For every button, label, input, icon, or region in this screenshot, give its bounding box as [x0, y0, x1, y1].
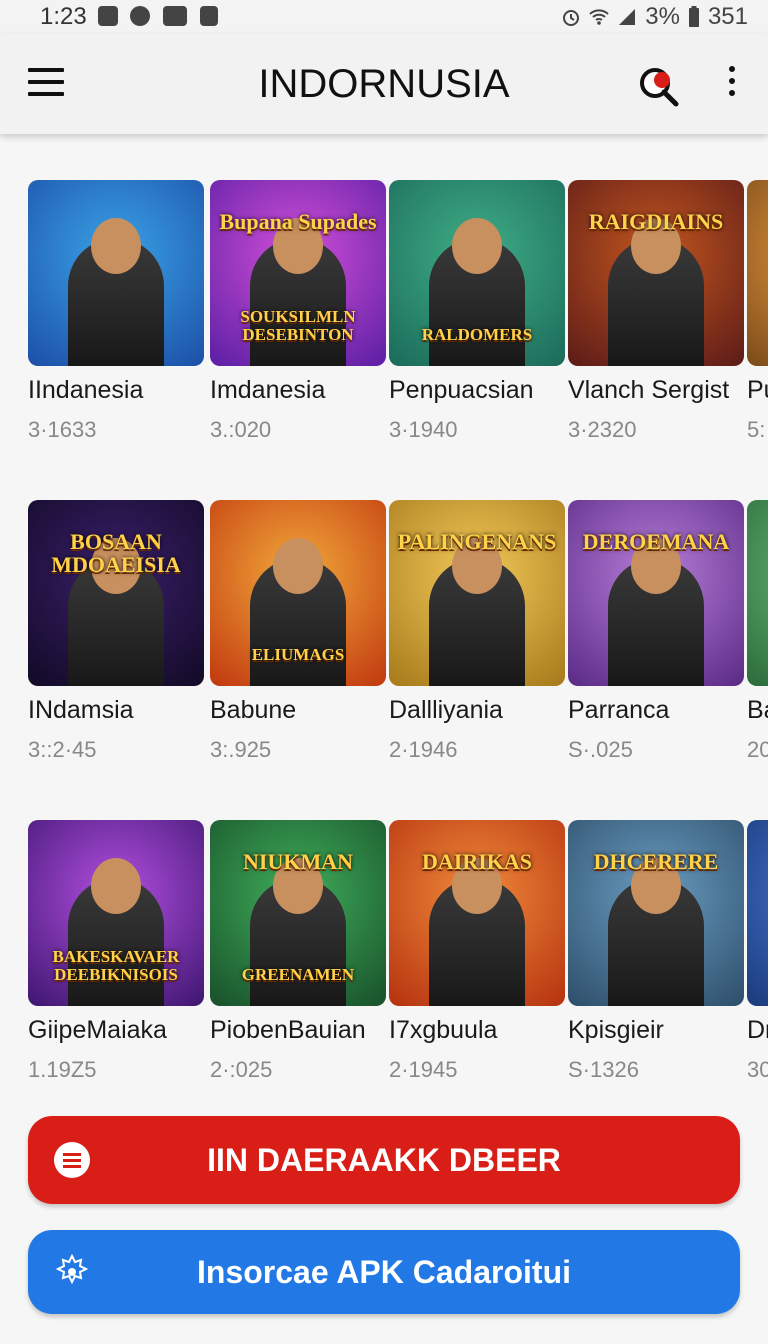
game-card[interactable]: DHCERERE Kpisgieir S·1326: [568, 820, 744, 1083]
thumbnail-subtitle-text: ELIUMAGS: [251, 645, 345, 665]
thumbnail-logo-text: Bupana Supades: [219, 209, 377, 234]
game-meta: 2·:025: [210, 1057, 273, 1082]
game-meta: 5:: [747, 417, 766, 442]
primary-download-button[interactable]: IIN DAERAAKK DBEER: [28, 1116, 740, 1204]
primary-button-label: IIN DAERAAKK DBEER: [207, 1141, 561, 1178]
game-card[interactable]: NIUKMAN GREENAMEN PiobenBauian 2·:025: [210, 820, 386, 1083]
game-thumbnail[interactable]: [28, 180, 204, 366]
thumbnail-logo-text: RAIGDIAINS: [588, 209, 724, 234]
game-card[interactable]: Bupana Supades SOUKSILMLN DESEBINTON Imdan…: [210, 180, 386, 443]
game-meta: 3.:020: [210, 417, 272, 442]
game-title[interactable]: PiobenBauian: [210, 1016, 386, 1045]
game-thumbnail[interactable]: DAIRIKAS: [389, 820, 565, 1006]
game-title[interactable]: Dallliyania: [389, 696, 565, 725]
game-thumbnail[interactable]: ELIUMAGS: [210, 500, 386, 686]
game-row: BOSAAN MDOAEISIA INdamsia 3::2·45 ELIUMAGS B…: [0, 500, 768, 790]
thumbnail-subtitle-text: GREENAMEN: [241, 965, 355, 985]
thumbnail-logo-text: PALINGENANS: [397, 529, 557, 554]
game-title[interactable]: Ba: [747, 696, 768, 725]
game-card[interactable]: RAIGDIAINS Vlanch Sergist 3·2320: [568, 180, 744, 443]
game-thumbnail[interactable]: [747, 180, 768, 366]
game-thumbnail[interactable]: PALINGENANS: [389, 500, 565, 686]
list-icon: [54, 1142, 90, 1178]
game-thumbnail[interactable]: NIUKMAN GREENAMEN: [210, 820, 386, 1006]
game-thumbnail[interactable]: BOSAAN MDOAEISIA: [28, 500, 204, 686]
game-title[interactable]: Kpisgieir: [568, 1016, 744, 1045]
thumbnail-subtitle-text: RALDOMERS: [421, 325, 533, 345]
game-card[interactable]: RALDOMERS Penpuacsian 3·1940: [389, 180, 565, 443]
game-title[interactable]: Parranca: [568, 696, 744, 725]
game-card[interactable]: Pu 5:: [747, 180, 768, 443]
game-meta: S·1326: [568, 1057, 639, 1082]
game-thumbnail[interactable]: Bupana Supades SOUKSILMLN DESEBINTON: [210, 180, 386, 366]
game-title[interactable]: Imdanesia: [210, 376, 386, 405]
thumbnail-character-head: [452, 218, 502, 274]
game-meta: 30: [747, 1057, 768, 1082]
secondary-button-label: Insorcae APK Cadaroitui: [196, 1253, 571, 1290]
thumbnail-logo-text: DHCERERE: [593, 849, 719, 874]
game-card[interactable]: PALINGENANS Dallliyania 2·1946: [389, 500, 565, 763]
game-thumbnail[interactable]: DEROEMANA: [568, 500, 744, 686]
game-meta: 20: [747, 737, 768, 762]
game-title[interactable]: Pu: [747, 376, 768, 405]
game-card[interactable]: BAKESKAVAER DEEBIKNISOIS GiipeMaiaka 1.19Z…: [28, 820, 204, 1083]
game-title[interactable]: IIndanesia: [28, 376, 204, 405]
game-card[interactable]: IIndanesia 3·1633: [28, 180, 204, 443]
game-thumbnail[interactable]: RAIGDIAINS: [568, 180, 744, 366]
game-row: BAKESKAVAER DEEBIKNISOIS GiipeMaiaka 1.19Z…: [0, 820, 768, 1110]
secondary-apk-button[interactable]: Insorcae APK Cadaroitui: [28, 1230, 740, 1314]
game-card[interactable]: ELIUMAGS Babune 3:.925: [210, 500, 386, 763]
game-title[interactable]: I7xgbuula: [389, 1016, 565, 1045]
game-thumbnail[interactable]: BAKESKAVAER DEEBIKNISOIS: [28, 820, 204, 1006]
game-thumbnail[interactable]: RALDOMERS: [389, 180, 565, 366]
game-row: IIndanesia 3·1633 Bupana Supades SOUKSILMLN…: [0, 180, 768, 470]
game-title[interactable]: Penpuacsian: [389, 376, 565, 405]
game-card[interactable]: Dr 30: [747, 820, 768, 1083]
game-card[interactable]: BOSAAN MDOAEISIAINdamsia3::2·45: [28, 500, 204, 763]
game-title[interactable]: Vlanch Sergist: [568, 376, 744, 405]
thumbnail-logo-text: NIUKMAN: [243, 849, 353, 874]
thumbnail-character-head: [91, 858, 141, 914]
thumbnail-logo-text: DEROEMANA: [582, 529, 730, 554]
gear-icon: [55, 1254, 89, 1285]
game-meta: 3:.925: [210, 737, 272, 762]
thumbnail-character-head: [91, 218, 141, 274]
game-meta: 3::2·45: [28, 737, 97, 762]
game-meta: 1.19Z5: [28, 1057, 97, 1082]
thumbnail-logo-text: BOSAAN MDOAEISIA: [51, 529, 181, 578]
thumbnail-subtitle-text: BAKESKAVAER DEEBIKNISOIS: [52, 947, 180, 985]
game-card[interactable]: DEROEMANA Parranca S·.025: [568, 500, 744, 763]
game-card[interactable]: Ba 20: [747, 500, 768, 763]
game-title[interactable]: Babune: [210, 696, 386, 725]
game-meta: S·.025: [568, 737, 633, 762]
game-meta: 2·1945: [389, 1057, 458, 1082]
game-meta: 3·1633: [28, 417, 97, 442]
game-meta: 3·2320: [568, 417, 637, 442]
game-meta: 2·1946: [389, 737, 458, 762]
game-thumbnail[interactable]: [747, 820, 768, 1006]
game-title[interactable]: GiipeMaiaka: [28, 1016, 204, 1045]
game-thumbnail[interactable]: DHCERERE: [568, 820, 744, 1006]
game-card[interactable]: DAIRIKAS I7xgbuula 2·1945: [389, 820, 565, 1083]
game-title[interactable]: Dr: [747, 1016, 768, 1045]
game-thumbnail[interactable]: [747, 500, 768, 686]
game-title[interactable]: INdamsia: [28, 696, 204, 725]
thumbnail-subtitle-text: SOUKSILMLN DESEBINTON: [240, 307, 356, 345]
thumbnail-character-head: [273, 538, 323, 594]
game-meta: 3·1940: [389, 417, 458, 442]
thumbnail-logo-text: DAIRIKAS: [421, 849, 533, 874]
